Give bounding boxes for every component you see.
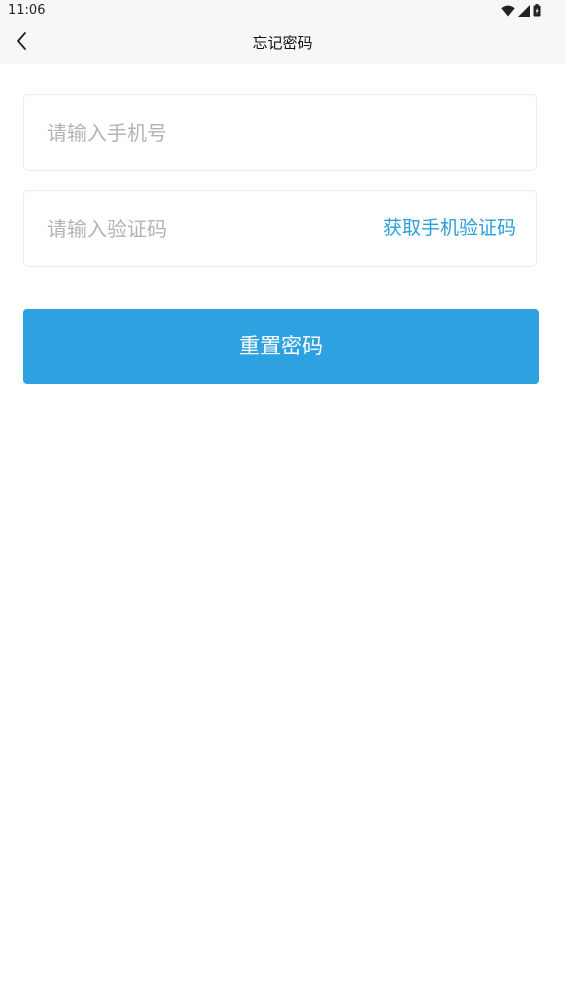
- phone-input[interactable]: [47, 95, 347, 170]
- reset-password-button[interactable]: 重置密码: [23, 309, 539, 384]
- wifi-icon: [501, 2, 515, 21]
- signal-icon: [518, 2, 530, 21]
- page-title: 忘记密码: [252, 34, 313, 52]
- status-bar: 11:06: [0, 0, 565, 22]
- status-icons: [501, 2, 541, 21]
- battery-icon: [533, 2, 541, 21]
- get-code-button[interactable]: 获取手机验证码: [383, 191, 516, 266]
- nav-bar: 忘记密码: [0, 22, 565, 64]
- verification-code-input[interactable]: [47, 191, 347, 266]
- code-field: 获取手机验证码: [23, 190, 537, 267]
- status-time: 11:06: [8, 3, 46, 18]
- phone-field: [23, 94, 537, 171]
